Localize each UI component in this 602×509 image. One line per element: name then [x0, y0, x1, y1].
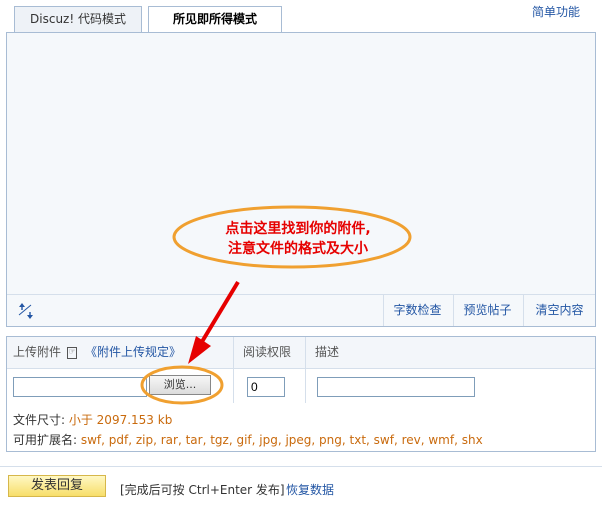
restore-data-link[interactable]: 恢复数据: [286, 481, 334, 498]
resize-arrows-icon[interactable]: [17, 301, 35, 321]
extensions-info: 可用扩展名: swf, pdf, zip, rar, tar, tgz, gif…: [13, 431, 483, 448]
column-divider: [305, 337, 306, 403]
attachment-header: 上传附件 ☞ 《附件上传规定》 阅读权限 描述: [7, 337, 595, 369]
file-path-input[interactable]: [13, 377, 147, 397]
preview-post-button[interactable]: 预览帖子: [453, 295, 521, 326]
description-label: 描述: [315, 345, 340, 359]
read-permission-label: 阅读权限: [243, 345, 292, 359]
callout-line-2: 注意文件的格式及大小: [228, 241, 368, 257]
word-count-button[interactable]: 字数检查: [383, 295, 451, 326]
browse-button[interactable]: 浏览...: [149, 375, 211, 395]
column-divider: [233, 337, 234, 403]
tab-discuz-code[interactable]: Discuz! 代码模式: [14, 6, 142, 33]
file-size-info: 文件尺寸: 小于 2097.153 kb: [13, 411, 172, 428]
submit-reply-button[interactable]: 发表回复: [8, 475, 106, 497]
file-size-label: 文件尺寸:: [13, 413, 69, 427]
read-permission-input[interactable]: [247, 377, 285, 397]
upload-attachment-label: 上传附件: [13, 345, 62, 359]
description-input[interactable]: [317, 377, 475, 397]
simple-mode-link[interactable]: 简单功能: [532, 3, 580, 20]
editor-area[interactable]: 字数检查 预览帖子 清空内容: [6, 32, 596, 327]
editor-toolbar: 字数检查 预览帖子 清空内容: [7, 294, 595, 326]
callout-text: 点击这里找到你的附件, 注意文件的格式及大小: [186, 219, 410, 259]
note-icon: ☞: [67, 347, 77, 359]
callout-line-1: 点击这里找到你的附件,: [225, 221, 371, 237]
extensions-label: 可用扩展名:: [13, 433, 81, 447]
attachment-panel: 上传附件 ☞ 《附件上传规定》 阅读权限 描述 浏览... 文件尺寸: 小于 2…: [6, 336, 596, 452]
extensions-value: swf, pdf, zip, rar, tar, tgz, gif, jpg, …: [80, 433, 483, 447]
file-size-value: 小于 2097.153 kb: [68, 413, 173, 427]
upload-rules-link[interactable]: 《附件上传规定》: [85, 337, 181, 368]
shortcut-hint: [完成后可按 Ctrl+Enter 发布]: [120, 483, 285, 497]
tab-wysiwyg[interactable]: 所见即所得模式: [148, 6, 282, 34]
clear-content-button[interactable]: 清空内容: [523, 295, 595, 326]
footer: 发表回复 [完成后可按 Ctrl+Enter 发布] 恢复数据: [0, 466, 602, 509]
